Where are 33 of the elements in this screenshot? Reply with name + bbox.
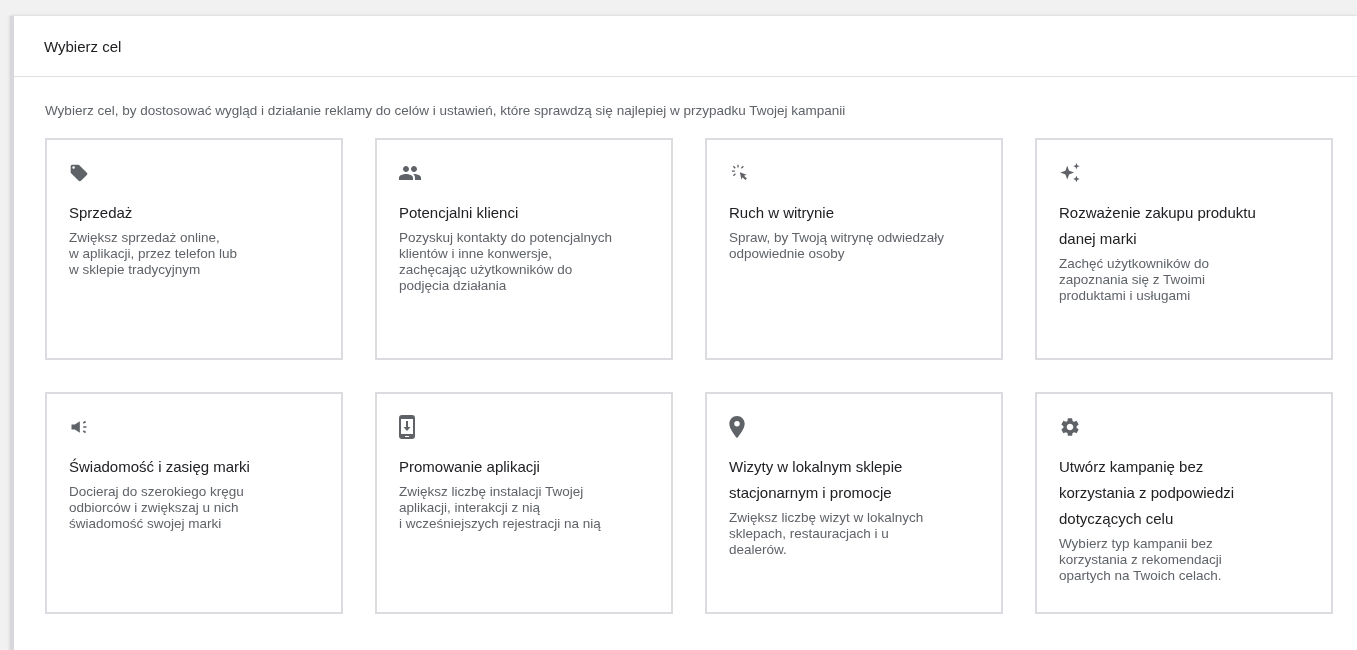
- phone-download-icon: [399, 415, 415, 439]
- intro-text: Wybierz cel, by dostosować wygląd i działanie reklamy do celów i ustawień, które sprawdzą się najlepiej w przypadku Twojej kampanii: [45, 103, 847, 118]
- sparkle-icon: [1059, 162, 1081, 184]
- goal-card[interactable]: Rozważenie zakupu produktu danej marki Zachęć użytkowników do zapoznania się z Twoimi produktami i usługami: [1035, 138, 1333, 360]
- goal-title: Ruch w witrynie: [729, 203, 836, 223]
- goal-card[interactable]: Sprzedaż Zwiększ sprzedaż online, w aplikacji, przez telefon lub w sklepie tradycyjnym: [45, 138, 343, 360]
- settings-icon: [1059, 416, 1081, 438]
- goal-description: Zwiększ liczbę wizyt w lokalnych sklepach, restauracjach i u dealerów.: [729, 510, 925, 558]
- goal-title: Sprzedaż: [69, 203, 134, 223]
- goal-title: Potencjalni klienci: [399, 203, 520, 223]
- people-icon: [399, 165, 421, 181]
- goal-title: Wizyty w lokalnym sklepie stacjonarnym i promocje: [729, 457, 904, 503]
- goal-card[interactable]: Utwórz kampanię bez korzystania z podpowiedzi dotyczących celu Wybierz typ kampanii bez korzystania z rekomendacji opartych na Twoich celach.: [1035, 392, 1333, 614]
- goal-title: Utwórz kampanię bez korzystania z podpowiedzi dotyczących celu: [1059, 457, 1236, 529]
- goal-card[interactable]: Ruch w witrynie Spraw, by Twoją witrynę odwiedzały odpowiednie osoby: [705, 138, 1003, 360]
- tag-icon: [69, 163, 89, 183]
- goal-description: Zachęć użytkowników do zapoznania się z Twoimi produktami i usługami: [1059, 256, 1211, 304]
- goal-card[interactable]: Wizyty w lokalnym sklepie stacjonarnym i promocje Zwiększ liczbę wizyt w lokalnych sklepach, restauracjach i u dealerów.: [705, 392, 1003, 614]
- goal-title: Świadomość i zasięg marki: [69, 457, 251, 477]
- goal-description: Pozyskuj kontakty do potencjalnych klientów i inne konwersje, zachęcając użytkowników do podjęcia działania: [399, 230, 614, 294]
- goal-description: Spraw, by Twoją witrynę odwiedzały odpowiednie osoby: [729, 230, 946, 262]
- goal-description: Wybierz typ kampanii bez korzystania z rekomendacji opartych na Twoich celach.: [1059, 536, 1223, 584]
- goal-title: Rozważenie zakupu produktu danej marki: [1059, 203, 1257, 249]
- panel-title: Wybierz cel: [44, 37, 122, 55]
- goal-title: Promowanie aplikacji: [399, 457, 541, 477]
- goal-description: Docieraj do szerokiego kręgu odbiorców i zwiększaj u nich świadomość swojej marki: [69, 484, 245, 532]
- goal-card[interactable]: Potencjalni klienci Pozyskuj kontakty do potencjalnych klientów i inne konwersje, zachęcając użytkowników do podjęcia działania: [375, 138, 673, 360]
- goal-card[interactable]: Promowanie aplikacji Zwiększ liczbę instalacji Twojej aplikacji, interakcji z nią i wcześniejszych rejestracji na nią: [375, 392, 673, 614]
- goal-description: Zwiększ liczbę instalacji Twojej aplikacji, interakcji z nią i wcześniejszych rejestracji na nią: [399, 484, 602, 532]
- cursor-click-icon: [729, 163, 749, 183]
- goal-card[interactable]: Świadomość i zasięg marki Docieraj do szerokiego kręgu odbiorców i zwiększaj u nich świadomość swojej marki: [45, 392, 343, 614]
- location-pin-icon: [729, 416, 745, 438]
- goal-description: Zwiększ sprzedaż online, w aplikacji, przez telefon lub w sklepie tradycyjnym: [69, 230, 239, 278]
